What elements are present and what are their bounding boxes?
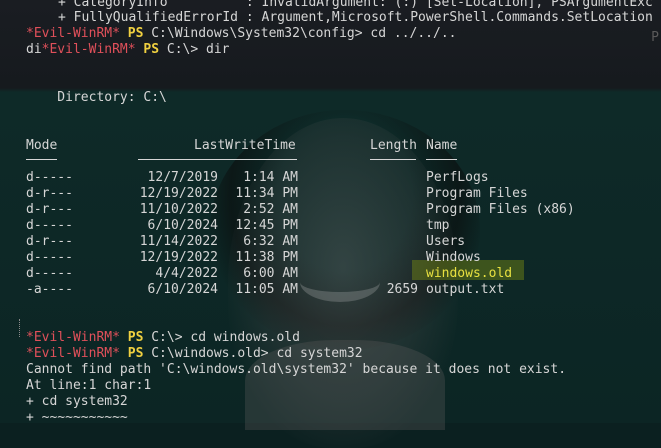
row-date: 11/14/2022	[139, 234, 218, 249]
edge-ghost-text: P	[651, 30, 659, 45]
row-name: tmp	[426, 218, 450, 233]
row-mode: -a----	[26, 282, 73, 297]
row-date: 12/19/2022	[139, 250, 218, 265]
prompt-line-4: *Evil-WinRM* PS C:\windows.old> cd syste…	[26, 346, 363, 362]
row-length	[350, 234, 418, 250]
row-date: 6/10/2024	[147, 282, 218, 297]
error-fqid-line: + FullyQualifiedErrorId : Argument,Micro…	[58, 10, 653, 25]
command-text: C:\windows.old> cd system32	[151, 346, 363, 361]
stray-prefix: di	[26, 42, 42, 57]
command-text: C:\> cd windows.old	[151, 330, 300, 345]
row-mode: d-r---	[26, 186, 73, 201]
ps-label: PS	[127, 26, 144, 41]
error-line-2: At line:1 char:1	[26, 378, 152, 393]
row-time: 2:52 AM	[243, 202, 298, 217]
row-time: 11:05 AM	[235, 282, 298, 297]
length-underline	[370, 159, 416, 160]
error-line-4: + ~~~~~~~~~~~	[26, 410, 128, 425]
evil-winrm-prompt: *Evil-WinRM*	[26, 346, 120, 361]
row-date: 12/19/2022	[139, 186, 218, 201]
row-mode: d-----	[26, 170, 73, 185]
name-underline	[426, 159, 457, 160]
prompt-line-2: di*Evil-WinRM* PS C:\> dir	[26, 42, 230, 58]
row-name: Users	[426, 234, 466, 249]
evil-winrm-prompt: *Evil-WinRM*	[26, 330, 120, 345]
row-date: 6/10/2024	[147, 218, 218, 233]
ps-label: PS	[127, 330, 144, 345]
row-mode: d-r---	[26, 234, 73, 249]
row-name: Program Files (x86)	[426, 202, 575, 217]
name-header: Name	[426, 138, 458, 153]
error-line-3: + cd system32	[26, 394, 128, 409]
row-time: 1:14 AM	[243, 170, 298, 185]
row-mode: d-----	[26, 266, 73, 281]
row-length	[350, 250, 418, 266]
prompt-line-1: *Evil-WinRM* PS C:\Windows\System32\conf…	[26, 26, 456, 42]
row-mode: d-----	[26, 250, 73, 265]
row-name: Windows	[426, 250, 481, 265]
evil-winrm-prompt: *Evil-WinRM*	[41, 42, 136, 57]
row-name: output.txt	[426, 282, 505, 297]
row-time: 11:34 PM	[235, 186, 298, 201]
row-time: 6:00 AM	[243, 266, 298, 281]
row-length: 2659	[386, 282, 418, 297]
mode-header: Mode	[26, 138, 58, 153]
row-name: Program Files	[426, 186, 528, 201]
ps-label: PS	[127, 346, 144, 361]
row-name: windows.old	[426, 266, 513, 281]
terminal-window[interactable]: P + CategoryInfo : InvalidArgument: (:) …	[0, 0, 661, 448]
row-time: 11:38 PM	[235, 250, 298, 265]
row-mode: d-----	[26, 218, 73, 233]
row-date: 12/7/2019	[147, 170, 218, 185]
prompt-line-3: *Evil-WinRM* PS C:\> cd windows.old	[26, 330, 300, 346]
line-gutter-marker	[19, 319, 22, 337]
row-length	[350, 218, 418, 234]
row-length	[350, 202, 418, 218]
row-length	[350, 170, 418, 186]
row-time: 6:32 AM	[243, 234, 298, 249]
lastwrite-header: LastWriteTime	[194, 138, 296, 153]
row-length	[350, 266, 418, 282]
row-name: PerfLogs	[426, 170, 489, 185]
evil-winrm-prompt: *Evil-WinRM*	[26, 26, 120, 41]
row-time: 12:45 PM	[235, 218, 298, 233]
row-date: 4/4/2022	[155, 266, 218, 281]
row-date: 11/10/2022	[139, 202, 218, 217]
length-header: Length	[370, 138, 417, 153]
error-line-1: Cannot find path 'C:\windows.old\system3…	[26, 362, 567, 377]
mode-underline	[26, 159, 57, 160]
lastwrite-underline	[138, 159, 297, 160]
ps-label: PS	[143, 42, 160, 57]
command-text: C:\> dir	[166, 42, 230, 57]
directory-line: Directory: C:\	[26, 90, 167, 105]
command-text: C:\Windows\System32\config> cd ../../..	[151, 26, 457, 41]
row-length	[350, 186, 418, 202]
row-mode: d-r---	[26, 202, 73, 217]
